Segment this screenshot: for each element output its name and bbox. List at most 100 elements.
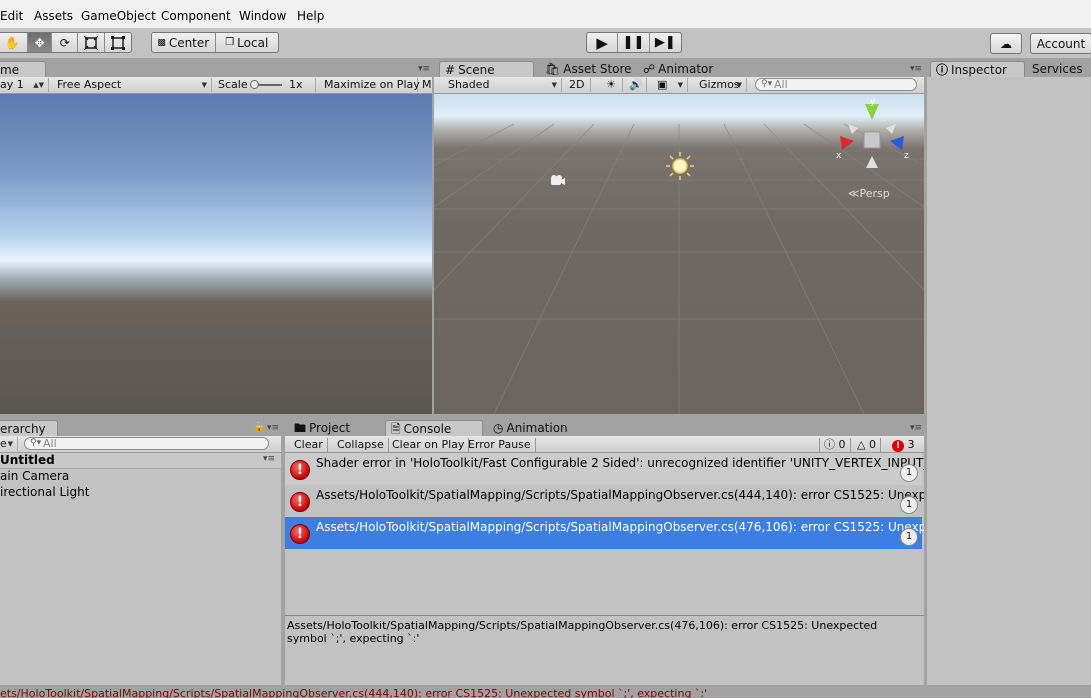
console-row-message: Assets/HoloToolkit/SpatialMapping/Script… bbox=[316, 520, 924, 534]
clock-icon: ◷ bbox=[493, 421, 504, 435]
aspect-dropdown[interactable]: Free Aspect ▼ bbox=[53, 78, 212, 92]
game-panel: me ▾≡ ay 1 ▲▼ Free Aspect ▼ Scale 1x Max… bbox=[0, 60, 432, 414]
perspective-toggle[interactable]: ≪Persp bbox=[848, 187, 890, 200]
info-filter-toggle[interactable]: ⓘ 0 bbox=[819, 438, 851, 453]
console-row-selected[interactable]: ! Assets/HoloToolkit/SpatialMapping/Scri… bbox=[285, 517, 924, 549]
project-tab-label: Project bbox=[309, 421, 351, 435]
scene-grid-icon: # bbox=[445, 62, 456, 77]
list-item[interactable]: irectional Light bbox=[0, 485, 89, 501]
collab-button[interactable]: ☁ bbox=[990, 33, 1022, 54]
asset-store-tab-label: Asset Store bbox=[563, 62, 632, 76]
create-dropdown[interactable]: e ▼ bbox=[0, 437, 18, 451]
chevron-down-icon: ▼ bbox=[201, 81, 207, 89]
tab-hierarchy[interactable]: erarchy bbox=[0, 420, 58, 437]
hierarchy-search-input[interactable]: ⚲▾ All bbox=[24, 437, 269, 450]
console-tabstrip: 🖿 Project 🗎 Console ◷ Animation ▾≡ bbox=[285, 419, 924, 437]
tab-console[interactable]: 🗎 Console bbox=[385, 420, 483, 437]
console-toolbar: Clear Collapse Clear on Play Error Pause… bbox=[285, 436, 924, 453]
step-button[interactable]: ▶❚ bbox=[650, 33, 681, 52]
pivot-mode-button[interactable]: ▩ Center bbox=[152, 33, 216, 52]
status-bar[interactable]: ets/HoloToolkit/SpatialMapping/Scripts/S… bbox=[0, 686, 1091, 698]
playmode-controls: ▶ ❚❚ ▶❚ bbox=[586, 32, 682, 53]
updown-icon: ▲▼ bbox=[33, 81, 44, 89]
error-filter-toggle[interactable]: ! 3 bbox=[888, 438, 919, 453]
clear-on-play-button[interactable]: Clear on Play bbox=[388, 438, 470, 453]
scene-search-placeholder: All bbox=[774, 78, 788, 91]
scene-effects-dropdown[interactable]: ▣ ▼ bbox=[653, 78, 688, 92]
scene-menu-icon[interactable]: ▾≡ bbox=[263, 454, 275, 464]
rect-tool-button[interactable] bbox=[105, 33, 131, 52]
orientation-gizmo[interactable]: y x z bbox=[832, 98, 912, 178]
axis-x-label: x bbox=[836, 151, 842, 161]
list-item[interactable]: ain Camera bbox=[0, 469, 69, 485]
tab-game[interactable]: me bbox=[0, 61, 46, 78]
hierarchy-scene-header[interactable]: Untitled ▾≡ bbox=[0, 453, 281, 469]
rotate-tool-button[interactable]: ⟳ bbox=[52, 33, 79, 52]
inspector-tabstrip: ⓘ Inspector Services bbox=[927, 60, 1091, 78]
scene-tabstrip: # Scene 🛍 Asset Store ☍ Animator ▾≡ bbox=[434, 60, 924, 78]
tab-project[interactable]: 🖿 Project bbox=[289, 420, 379, 437]
panel-menu-icon[interactable]: ▾≡ bbox=[267, 423, 279, 433]
hand-tool-button[interactable]: ✋ bbox=[0, 33, 29, 52]
scene-viewport[interactable]: y x z ≪Persp bbox=[434, 94, 924, 414]
panel-menu-icon[interactable]: ▾≡ bbox=[910, 64, 922, 74]
panel-menu-icon[interactable]: ▾≡ bbox=[910, 423, 922, 433]
scene-toolbar: Shaded ▼ 2D ☀ 🔊 ▣ ▼ Gizmos ▼ ⚲▾ All bbox=[434, 77, 924, 94]
console-row-message: Assets/HoloToolkit/SpatialMapping/Script… bbox=[316, 488, 924, 502]
scene-lighting-toggle[interactable]: ☀ bbox=[596, 78, 623, 92]
menu-edit[interactable]: Edit bbox=[0, 9, 23, 23]
console-row[interactable]: ! Assets/HoloToolkit/SpatialMapping/Scri… bbox=[285, 485, 924, 517]
tab-scene[interactable]: # Scene bbox=[439, 61, 534, 78]
console-row[interactable]: ! Shader error in 'HoloToolkit/Fast Conf… bbox=[285, 453, 924, 485]
pivot-rotation-button[interactable]: ❒ Local bbox=[216, 33, 279, 52]
play-icon: ▶ bbox=[596, 33, 608, 52]
menu-component[interactable]: Component bbox=[161, 9, 231, 23]
scale-tool-button[interactable] bbox=[78, 33, 105, 52]
shading-mode-dropdown[interactable]: Shaded ▼ bbox=[444, 78, 562, 92]
error-icon: ! bbox=[290, 492, 310, 512]
scale-label: Scale bbox=[218, 78, 248, 91]
game-viewport[interactable] bbox=[0, 94, 432, 414]
warning-filter-toggle[interactable]: △ 0 bbox=[853, 438, 881, 453]
directional-light-sun-icon[interactable] bbox=[665, 151, 695, 181]
search-icon: ⚲▾ bbox=[30, 438, 42, 448]
aspect-label: Free Aspect bbox=[57, 78, 122, 91]
menu-gameobject[interactable]: GameObject bbox=[81, 9, 156, 23]
gizmos-dropdown[interactable]: Gizmos ▼ bbox=[695, 78, 747, 92]
maximize-on-play-toggle[interactable]: Maximize on Play bbox=[320, 78, 420, 92]
tab-inspector[interactable]: ⓘ Inspector bbox=[930, 61, 1025, 78]
play-button[interactable]: ▶ bbox=[587, 33, 619, 52]
pivot-rotation-label: Local bbox=[237, 35, 269, 50]
lock-icon[interactable]: 🔒 bbox=[253, 423, 265, 433]
clear-button[interactable]: Clear bbox=[290, 438, 328, 453]
menu-help[interactable]: Help bbox=[297, 9, 324, 23]
tab-animator[interactable]: ☍ Animator bbox=[638, 61, 718, 78]
hand-icon: ✋ bbox=[4, 35, 20, 50]
rect-tool-icon bbox=[110, 35, 125, 50]
display-dropdown[interactable]: ay 1 ▲▼ bbox=[0, 78, 49, 92]
move-tool-button[interactable]: ✥ bbox=[28, 33, 53, 52]
scene-search-input[interactable]: ⚲▾ All bbox=[755, 78, 917, 91]
mute-toggle[interactable]: M bbox=[418, 78, 432, 92]
error-pause-button[interactable]: Error Pause bbox=[464, 438, 536, 453]
2d-mode-toggle[interactable]: 2D bbox=[565, 78, 591, 92]
cloud-icon: ☁ bbox=[1000, 36, 1012, 51]
panel-menu-icon[interactable]: ▾≡ bbox=[418, 64, 430, 74]
pause-button[interactable]: ❚❚ bbox=[618, 33, 650, 52]
menu-window[interactable]: Window bbox=[239, 9, 286, 23]
account-button[interactable]: Account bbox=[1030, 33, 1091, 54]
chevron-down-icon: ▼ bbox=[551, 81, 557, 89]
camera-gizmo-icon[interactable] bbox=[548, 174, 566, 188]
tab-asset-store[interactable]: 🛍 Asset Store bbox=[540, 61, 632, 78]
console-tab-label: Console bbox=[403, 421, 452, 436]
menu-assets[interactable]: Assets bbox=[34, 9, 73, 23]
scene-audio-toggle[interactable]: 🔊 bbox=[625, 78, 647, 92]
scale-slider-thumb[interactable] bbox=[250, 80, 259, 89]
console-row-count: 1 bbox=[900, 496, 918, 514]
collapse-button[interactable]: Collapse bbox=[333, 438, 389, 453]
game-tab-label: me bbox=[0, 62, 20, 77]
console-row-count: 1 bbox=[900, 528, 918, 546]
hierarchy-tab-label: erarchy bbox=[0, 421, 46, 436]
tab-services[interactable]: Services bbox=[1027, 61, 1091, 78]
tab-animation[interactable]: ◷ Animation bbox=[488, 420, 588, 437]
